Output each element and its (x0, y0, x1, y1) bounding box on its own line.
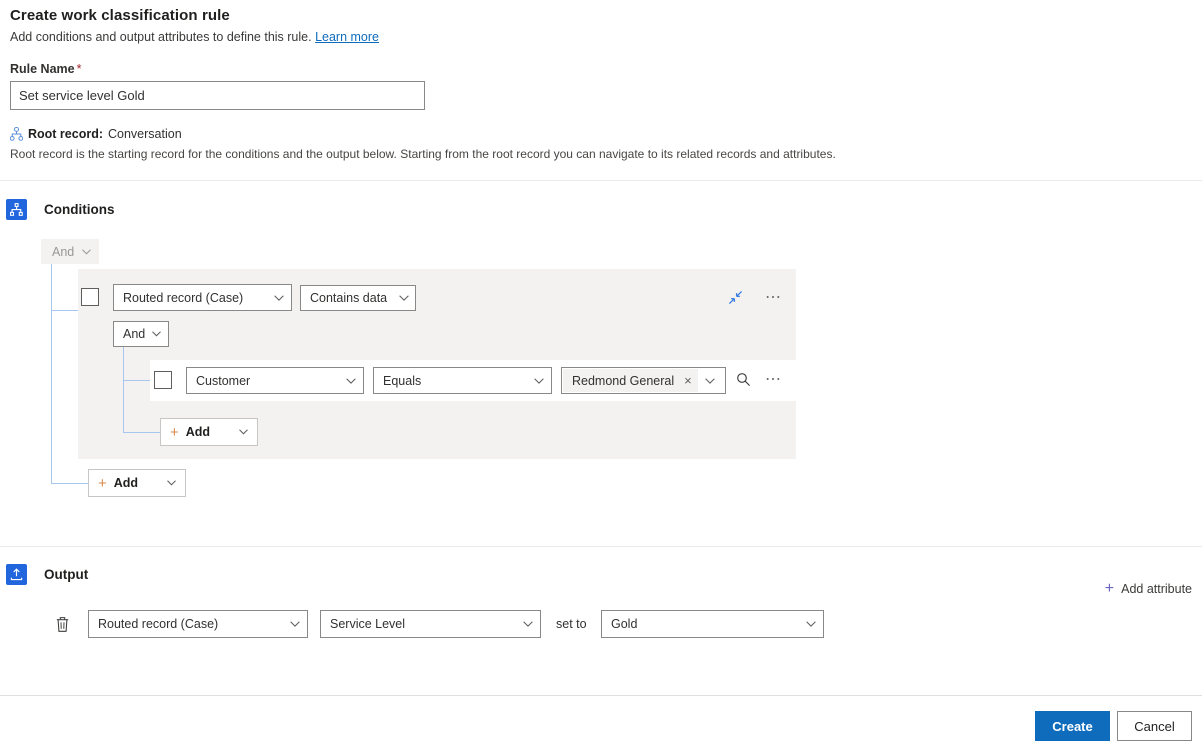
create-button[interactable]: Create (1035, 711, 1110, 741)
connector-outer-to-group (51, 310, 79, 311)
output-value: Gold (611, 617, 638, 631)
output-set-to-label: set to (556, 617, 587, 631)
chevron-down-icon (239, 429, 248, 435)
page-header: Create work classification rule Add cond… (0, 0, 1202, 46)
close-icon[interactable]: × (684, 374, 692, 387)
learn-more-link[interactable]: Learn more (315, 30, 379, 44)
output-attribute-value: Service Level (330, 617, 406, 631)
rule-name-label-text: Rule Name (10, 62, 75, 76)
rule-name-field: Rule Name * (0, 62, 1202, 110)
output-section: Output + Add attribute Routed record (Ca… (0, 546, 1202, 695)
condition-attribute-select[interactable]: Customer (186, 367, 364, 394)
chevron-down-icon (290, 621, 300, 627)
conditions-header: Conditions (0, 180, 1202, 220)
chevron-down-icon[interactable] (704, 377, 715, 384)
connector-outer-vertical (51, 264, 52, 483)
condition-attribute-value: Customer (196, 373, 251, 388)
condition-operator-value: Contains data (310, 291, 388, 305)
output-upload-icon (6, 564, 27, 585)
chevron-down-icon (274, 294, 284, 301)
connector-outer-to-add (51, 483, 88, 484)
output-title: Output (44, 567, 89, 582)
root-record-line: Root record: Conversation (10, 126, 1192, 142)
connector-inner-to-add (123, 432, 161, 433)
outer-operator-label: And (52, 244, 75, 259)
condition-value-lookup[interactable]: Redmond General × (561, 367, 726, 394)
plus-icon: + (170, 423, 179, 441)
chevron-down-icon (167, 480, 176, 486)
footer-bar: Create Cancel (0, 695, 1202, 749)
search-icon[interactable] (735, 371, 751, 387)
chevron-down-icon (346, 377, 356, 384)
condition-value-chip-text: Redmond General (572, 373, 675, 388)
page-title: Create work classification rule (10, 7, 230, 24)
chevron-down-icon (806, 621, 816, 627)
outer-add-button[interactable]: + Add (88, 469, 186, 497)
inner-logical-operator[interactable]: And (113, 321, 169, 347)
inner-add-label: Add (185, 425, 211, 439)
cancel-button[interactable]: Cancel (1117, 711, 1192, 741)
condition-row-checkbox[interactable] (154, 371, 172, 389)
root-record-value: Conversation (108, 127, 182, 141)
add-attribute-label: Add attribute (1121, 582, 1192, 596)
condition-row-operator-value: Equals (383, 373, 422, 388)
output-entity-value: Routed record (Case) (98, 617, 219, 631)
conditions-branch-icon (6, 199, 27, 220)
page-subtitle-text: Add conditions and output attributes to … (10, 30, 312, 44)
plus-icon: + (1104, 580, 1115, 597)
inner-add-button[interactable]: + Add (160, 418, 258, 446)
chevron-down-icon (399, 295, 409, 301)
plus-icon: + (98, 474, 107, 492)
output-attribute-select[interactable]: Service Level (320, 610, 541, 638)
outer-add-label: Add (113, 476, 139, 490)
chevron-down-icon (82, 248, 92, 254)
output-entity-select[interactable]: Routed record (Case) (88, 610, 308, 638)
collapse-icon[interactable] (727, 289, 744, 306)
hierarchy-icon (10, 127, 23, 141)
page-subtitle: Add conditions and output attributes to … (10, 29, 1192, 46)
output-row-delete-button[interactable] (53, 614, 71, 634)
chevron-down-icon (152, 331, 162, 337)
output-value-select[interactable]: Gold (601, 610, 824, 638)
inner-operator-label: And (123, 327, 146, 341)
required-indicator: * (76, 62, 82, 76)
condition-operator-select[interactable]: Contains data (300, 285, 417, 311)
chevron-down-icon (523, 621, 533, 627)
connector-inner-to-row (123, 380, 151, 381)
rule-name-label: Rule Name * (10, 62, 1192, 76)
connector-inner-vertical (123, 347, 124, 433)
root-record-label: Root record: (28, 127, 103, 141)
conditions-title: Conditions (44, 202, 115, 217)
add-attribute-button[interactable]: + Add attribute (1105, 581, 1192, 597)
root-record-description: Root record is the starting record for t… (10, 147, 836, 161)
condition-value-chip[interactable]: Redmond General × (563, 369, 698, 392)
condition-entity-value: Routed record (Case) (123, 290, 244, 305)
trash-icon (56, 616, 68, 632)
conditions-section: Conditions And Routed record (Case) Cont… (0, 180, 1202, 536)
condition-group-checkbox[interactable] (81, 288, 99, 306)
rule-name-input[interactable] (10, 81, 425, 110)
outer-logical-operator[interactable]: And (41, 239, 100, 264)
root-record-block: Root record: Conversation Root record is… (0, 126, 1202, 162)
output-header: Output (0, 546, 1202, 585)
condition-row-operator-select[interactable]: Equals (373, 367, 552, 394)
condition-group-overflow-icon[interactable]: ⋯ (765, 290, 783, 306)
condition-entity-select[interactable]: Routed record (Case) (113, 284, 292, 311)
condition-row-overflow-icon[interactable]: ⋯ (765, 372, 783, 388)
chevron-down-icon (534, 377, 544, 384)
